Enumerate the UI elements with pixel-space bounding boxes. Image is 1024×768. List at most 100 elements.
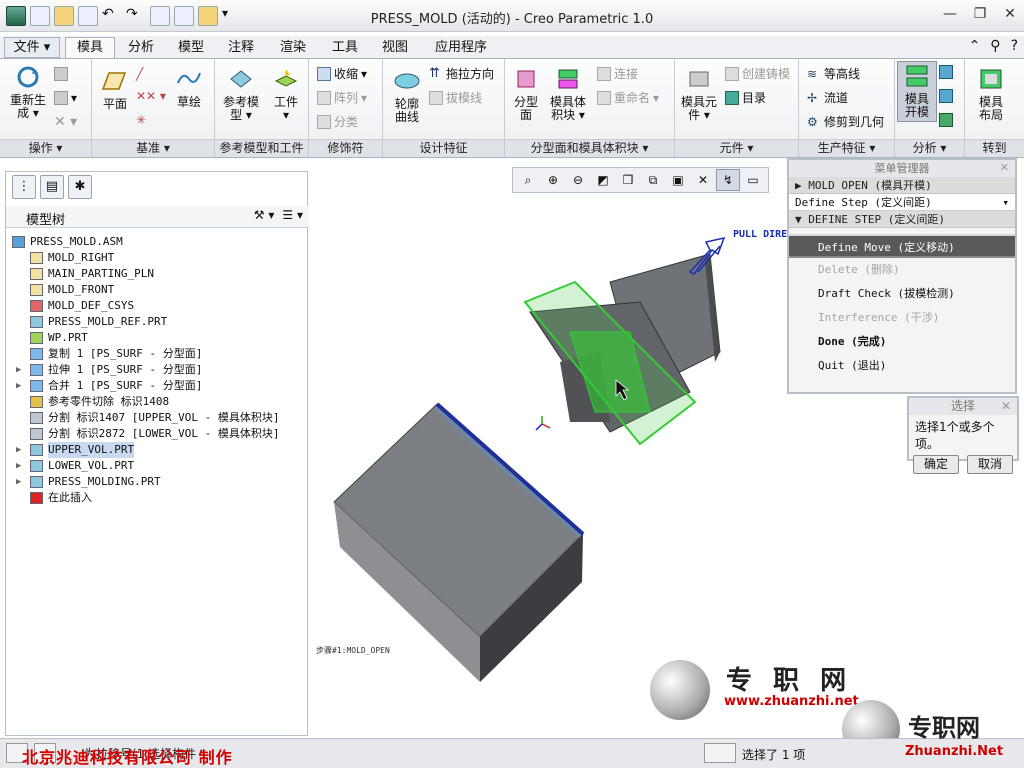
catalog-button[interactable]: 目录 bbox=[725, 91, 766, 105]
tree-item[interactable]: 参考零件切除 标识1408 bbox=[6, 394, 309, 410]
tab-annotate[interactable]: 注释 bbox=[218, 37, 264, 58]
tree-item[interactable]: ▶ 合并 1 [PS_SURF - 分型面] bbox=[6, 378, 309, 394]
lower-volume-block[interactable] bbox=[333, 402, 585, 682]
tree-columns-icon[interactable]: ☰ ▾ bbox=[282, 208, 303, 222]
plane-button[interactable]: 平面 bbox=[98, 69, 132, 111]
drag-direction-button[interactable]: ⇈ 拖拉方向 bbox=[429, 67, 494, 82]
tree-item[interactable]: MOLD_RIGHT bbox=[6, 250, 309, 266]
parting-surface-button[interactable]: 分型面 bbox=[507, 67, 545, 122]
tree-item[interactable]: ▶ PRESS_MOLDING.PRT bbox=[6, 474, 309, 490]
ref-model-button[interactable]: 参考模型 ▾ bbox=[219, 67, 263, 122]
group-label-datum[interactable]: 基准 ▾ bbox=[92, 139, 214, 157]
menu-header-mold-open[interactable]: ▶ MOLD OPEN (模具开模) bbox=[789, 177, 1015, 194]
search-icon[interactable]: ⚲ bbox=[990, 38, 1000, 54]
shrink-button[interactable]: 收缩 ▾ bbox=[317, 67, 367, 81]
classify-button[interactable]: 分类 bbox=[317, 115, 358, 129]
group-label-components[interactable]: 元件 ▾ bbox=[675, 139, 798, 157]
group-label-production[interactable]: 生产特征 ▾ bbox=[799, 139, 894, 157]
restore-icon[interactable]: ❐ bbox=[972, 6, 988, 22]
mold-open-button[interactable]: 模具 开模 bbox=[897, 61, 937, 122]
expand-icon[interactable]: ▶ bbox=[16, 474, 26, 490]
expand-icon[interactable]: ▶ bbox=[16, 378, 26, 394]
contour-button[interactable]: ≋ 等高线 bbox=[807, 67, 860, 81]
shading-icon[interactable]: ❒ bbox=[616, 169, 640, 191]
tree-settings-icon[interactable]: ⚒ ▾ bbox=[254, 208, 275, 222]
tab-file[interactable]: 文件 ▾ bbox=[4, 37, 60, 58]
tree-item[interactable]: 复制 1 [PS_SURF - 分型面] bbox=[6, 346, 309, 362]
zoom-out-icon[interactable]: ⊖ bbox=[566, 169, 590, 191]
tab-apps[interactable]: 应用程序 bbox=[422, 37, 500, 58]
view-manager-icon[interactable]: ▣ bbox=[666, 169, 690, 191]
analysis-icon-2[interactable] bbox=[939, 89, 953, 103]
silhouette-curve-button[interactable]: 轮廓 曲线 bbox=[387, 69, 427, 124]
group-label-analysis[interactable]: 分析 ▾ bbox=[895, 139, 964, 157]
tab-analysis[interactable]: 分析 bbox=[118, 37, 164, 58]
analysis-icon-3[interactable] bbox=[939, 113, 953, 127]
tab-render[interactable]: 渲染 bbox=[268, 37, 318, 58]
minimize-icon[interactable]: — bbox=[942, 6, 958, 22]
copy-icon[interactable] bbox=[54, 67, 68, 81]
sketch-button[interactable]: 草绘 bbox=[172, 67, 206, 109]
favorites-tab-icon[interactable]: ✱ bbox=[68, 175, 92, 199]
cancel-button[interactable]: 取消 bbox=[967, 455, 1013, 474]
model-tree-tab-icon[interactable]: ⋮ bbox=[12, 175, 36, 199]
analysis-icon-1[interactable] bbox=[939, 65, 953, 79]
tree-item[interactable]: PRESS_MOLD.ASM bbox=[6, 234, 309, 250]
collapse-ribbon-icon[interactable]: ⌃ bbox=[969, 38, 981, 54]
draft-line-button[interactable]: 拔模线 bbox=[429, 91, 482, 105]
refit-icon[interactable]: ⌕ bbox=[516, 169, 540, 191]
runner-button[interactable]: ✢ 流道 bbox=[807, 91, 848, 105]
saved-views-icon[interactable]: ⧉ bbox=[641, 169, 665, 191]
tree-item[interactable]: MOLD_FRONT bbox=[6, 282, 309, 298]
spin-center-icon[interactable]: ↯ bbox=[716, 169, 740, 191]
paste-icon[interactable]: ▾ bbox=[54, 91, 77, 105]
menu-item[interactable]: Define Move (定义移动) bbox=[789, 234, 1015, 258]
delete-icon[interactable]: ✕ ▾ bbox=[54, 115, 77, 129]
tree-item[interactable]: MOLD_DEF_CSYS bbox=[6, 298, 309, 314]
menu-header-define-step[interactable]: ▼ DEFINE STEP (定义间距) bbox=[789, 211, 1015, 228]
tree-item[interactable]: PRESS_MOLD_REF.PRT bbox=[6, 314, 309, 330]
menu-item[interactable]: Quit (退出) bbox=[789, 354, 1015, 378]
tree-item[interactable]: 在此插入 bbox=[6, 490, 309, 506]
tree-item[interactable]: 分割 标识1407 [UPPER_VOL - 模具体积块] bbox=[6, 410, 309, 426]
close-icon[interactable]: ✕ bbox=[1001, 399, 1011, 413]
tree-item[interactable]: ▶ 拉伸 1 [PS_SURF - 分型面] bbox=[6, 362, 309, 378]
selection-filter-icon[interactable] bbox=[704, 743, 736, 763]
annotation-display-icon[interactable]: ▭ bbox=[741, 169, 765, 191]
expand-icon[interactable]: ▶ bbox=[16, 442, 26, 458]
regenerate-button[interactable]: 重新生成 ▾ bbox=[6, 65, 50, 120]
expand-icon[interactable]: ▶ bbox=[16, 362, 26, 378]
mold-component-button[interactable]: 模具元件 ▾ bbox=[677, 67, 721, 122]
pattern-button[interactable]: 阵列 ▾ bbox=[317, 91, 367, 105]
trim-to-geometry-button[interactable]: ⚙ 修剪到几何 bbox=[807, 115, 884, 129]
group-label-parting[interactable]: 分型面和模具体积块 ▾ bbox=[505, 139, 674, 157]
mold-volume-button[interactable]: 模具体 积块 ▾ bbox=[545, 67, 591, 122]
menu-item[interactable]: Draft Check (拔模检测) bbox=[789, 282, 1015, 306]
tree-item[interactable]: ▶ LOWER_VOL.PRT bbox=[6, 458, 309, 474]
workpiece-button[interactable]: 工件 ▾ bbox=[267, 67, 305, 122]
axis-icon[interactable]: ╱ bbox=[136, 67, 143, 81]
datum-display-icon[interactable]: ✕ bbox=[691, 169, 715, 191]
close-icon[interactable]: ✕ bbox=[1002, 6, 1018, 22]
close-icon[interactable]: ✕ bbox=[1000, 161, 1009, 174]
repaint-icon[interactable]: ◩ bbox=[591, 169, 615, 191]
tree-item[interactable]: MAIN_PARTING_PLN bbox=[6, 266, 309, 282]
define-step-dropdown[interactable]: Define Step (定义间距) ▾ bbox=[789, 194, 1015, 211]
tab-model[interactable]: 模型 bbox=[168, 37, 214, 58]
expand-icon[interactable]: ▶ bbox=[16, 458, 26, 474]
point-icon[interactable]: ✕✕ ▾ bbox=[136, 89, 166, 103]
csys-icon[interactable]: ✳ bbox=[136, 113, 146, 127]
create-casting-button[interactable]: 创建铸模 bbox=[725, 67, 790, 81]
group-label-operations[interactable]: 操作 ▾ bbox=[0, 139, 91, 157]
folder-browser-tab-icon[interactable]: ▤ bbox=[40, 175, 64, 199]
tree-item[interactable]: WP.PRT bbox=[6, 330, 309, 346]
tab-tools[interactable]: 工具 bbox=[322, 37, 368, 58]
ok-button[interactable]: 确定 bbox=[913, 455, 959, 474]
zoom-in-icon[interactable]: ⊕ bbox=[541, 169, 565, 191]
mold-layout-button[interactable]: 模具 布局 bbox=[971, 67, 1011, 122]
help-icon[interactable]: ? bbox=[1011, 38, 1018, 54]
tree-item[interactable]: ▶ UPPER_VOL.PRT bbox=[6, 442, 309, 458]
tab-mold[interactable]: 模具 bbox=[65, 37, 115, 58]
tab-view[interactable]: 视图 bbox=[372, 37, 418, 58]
menu-item[interactable]: Done (完成) bbox=[789, 330, 1015, 354]
